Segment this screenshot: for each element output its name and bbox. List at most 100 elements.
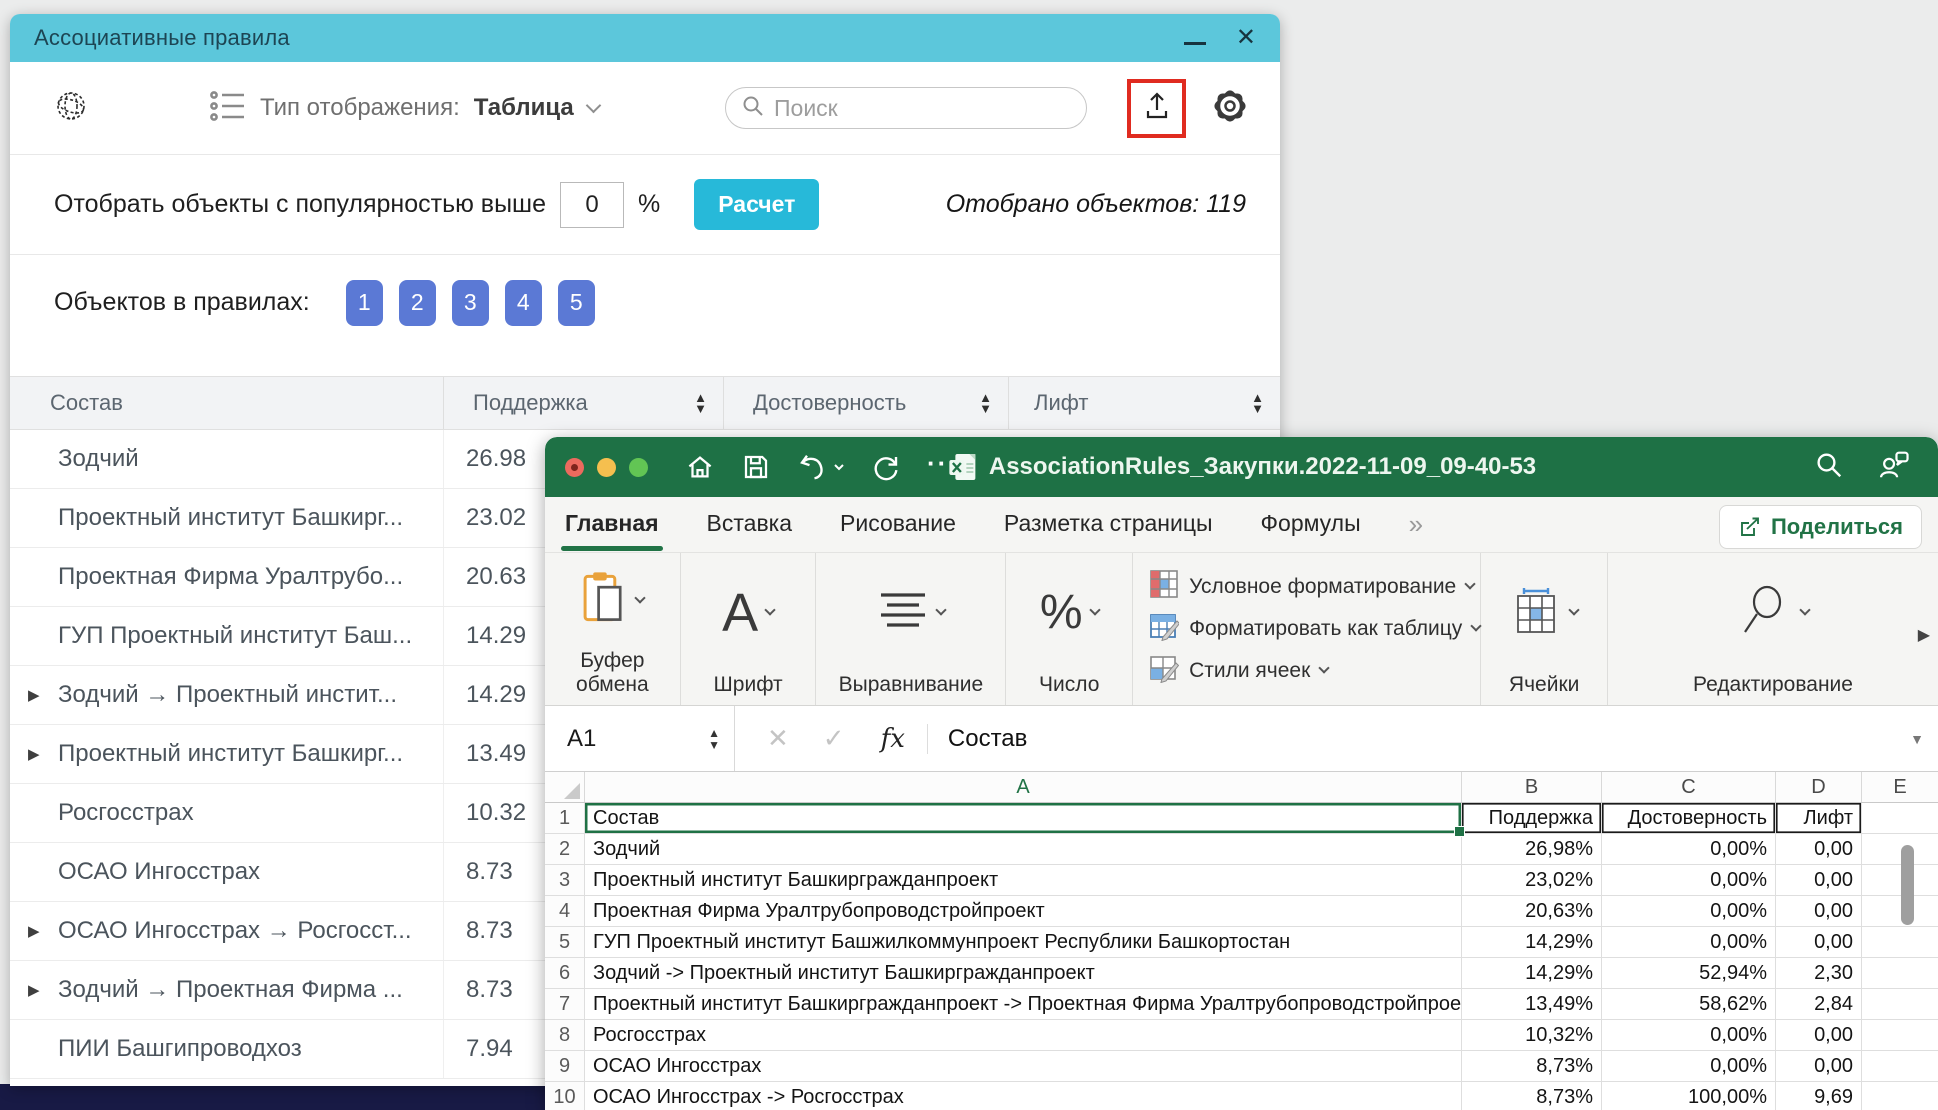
column-header-confidence[interactable]: Достоверность ▲▼ bbox=[723, 377, 1008, 429]
vertical-scrollbar-thumb[interactable] bbox=[1901, 845, 1914, 925]
save-icon[interactable] bbox=[741, 452, 771, 482]
excel-titlebar[interactable]: ··· AssociationRules_Закупки.2022-11-09_… bbox=[545, 437, 1938, 497]
row-number[interactable]: 7 bbox=[545, 989, 585, 1019]
expand-icon[interactable]: ▶ bbox=[28, 922, 40, 940]
cell-b[interactable]: 8,73% bbox=[1462, 1051, 1602, 1081]
feedback-person-icon[interactable] bbox=[1878, 450, 1910, 485]
cell-d[interactable]: 0,00 bbox=[1776, 865, 1862, 895]
cell-styles-button[interactable]: Стили ячеек bbox=[1149, 652, 1328, 690]
name-box-spinner[interactable]: ▲▼ bbox=[708, 727, 720, 751]
rule-count-button-1[interactable]: 1 bbox=[346, 280, 383, 326]
share-button[interactable]: Поделиться bbox=[1719, 505, 1922, 549]
cell-e[interactable] bbox=[1862, 1051, 1938, 1081]
cell-b[interactable]: Поддержка bbox=[1462, 803, 1602, 833]
cell-d[interactable]: 0,00 bbox=[1776, 1051, 1862, 1081]
cell-a[interactable]: Проектный институт Башкиргражданпроект bbox=[585, 865, 1462, 895]
row-number[interactable]: 4 bbox=[545, 896, 585, 926]
app-titlebar[interactable]: Ассоциативные правила ✕ bbox=[10, 14, 1280, 62]
clipboard-group[interactable]: Буфер обмена bbox=[545, 553, 681, 705]
cell-a[interactable]: ОСАО Ингосстрах -> Росгосстрах bbox=[585, 1082, 1462, 1110]
cell-a[interactable]: Росгосстрах bbox=[585, 1020, 1462, 1050]
cell-e[interactable] bbox=[1862, 989, 1938, 1019]
editing-group[interactable]: Редактирование bbox=[1608, 553, 1938, 705]
formula-bar-expand-icon[interactable]: ▼ bbox=[1910, 731, 1924, 747]
column-header-d[interactable]: D bbox=[1776, 772, 1862, 802]
cell-c[interactable]: 0,00% bbox=[1602, 927, 1776, 957]
insert-function-icon[interactable]: fx bbox=[881, 724, 905, 754]
select-all-corner[interactable] bbox=[545, 772, 585, 802]
settings-button[interactable] bbox=[1210, 86, 1250, 131]
row-number[interactable]: 5 bbox=[545, 927, 585, 957]
cell-d[interactable]: 0,00 bbox=[1776, 896, 1862, 926]
redo-icon[interactable] bbox=[871, 452, 901, 482]
cell-c[interactable]: Достоверность bbox=[1602, 803, 1776, 833]
cell-d[interactable]: 2,30 bbox=[1776, 958, 1862, 988]
calculate-button[interactable]: Расчет bbox=[694, 179, 819, 230]
tab-formulas[interactable]: Формулы bbox=[1261, 510, 1361, 539]
zoom-traffic-icon[interactable] bbox=[629, 458, 648, 477]
close-traffic-icon[interactable] bbox=[565, 458, 584, 477]
column-header-lift[interactable]: Лифт ▲▼ bbox=[1008, 377, 1280, 429]
cell-d[interactable]: 0,00 bbox=[1776, 927, 1862, 957]
column-header-e[interactable]: E bbox=[1862, 772, 1938, 802]
expand-icon[interactable]: ▶ bbox=[28, 745, 40, 763]
cell-c[interactable]: 0,00% bbox=[1602, 1020, 1776, 1050]
name-box[interactable]: A1 ▲▼ bbox=[545, 706, 735, 771]
cell-a[interactable]: Проектный институт Башкиргражданпроект -… bbox=[585, 989, 1462, 1019]
cells-group[interactable]: Ячейки bbox=[1481, 553, 1608, 705]
rule-count-button-2[interactable]: 2 bbox=[399, 280, 436, 326]
cell-e[interactable] bbox=[1862, 865, 1938, 895]
cell-a[interactable]: Зодчий -> Проектный институт Башкиргражд… bbox=[585, 958, 1462, 988]
expand-icon[interactable]: ▶ bbox=[28, 981, 40, 999]
column-header-b[interactable]: B bbox=[1462, 772, 1602, 802]
tab-page-layout[interactable]: Разметка страницы bbox=[1004, 510, 1213, 539]
cell-d[interactable]: 9,69 bbox=[1776, 1082, 1862, 1110]
cell-d[interactable]: 2,84 bbox=[1776, 989, 1862, 1019]
cell-c[interactable]: 0,00% bbox=[1602, 1051, 1776, 1081]
cell-e[interactable] bbox=[1862, 1020, 1938, 1050]
cell-c[interactable]: 0,00% bbox=[1602, 834, 1776, 864]
format-as-table-button[interactable]: Форматировать как таблицу bbox=[1149, 610, 1480, 648]
minimize-icon[interactable] bbox=[1184, 42, 1206, 45]
more-tabs-icon[interactable]: » bbox=[1409, 509, 1421, 540]
close-icon[interactable]: ✕ bbox=[1236, 26, 1256, 50]
row-number[interactable]: 2 bbox=[545, 834, 585, 864]
alignment-group[interactable]: Выравнивание bbox=[816, 553, 1006, 705]
sort-icon[interactable]: ▲▼ bbox=[1251, 392, 1264, 414]
rule-count-button-5[interactable]: 5 bbox=[558, 280, 595, 326]
enter-icon[interactable]: ✓ bbox=[823, 723, 845, 754]
minimize-traffic-icon[interactable] bbox=[597, 458, 616, 477]
cell-b[interactable]: 13,49% bbox=[1462, 989, 1602, 1019]
cell-e[interactable] bbox=[1862, 803, 1938, 833]
cell-d[interactable]: 0,00 bbox=[1776, 834, 1862, 864]
cell-b[interactable]: 14,29% bbox=[1462, 958, 1602, 988]
cell-a[interactable]: Состав bbox=[585, 803, 1462, 833]
column-header-a[interactable]: A bbox=[585, 772, 1462, 802]
cell-b[interactable]: 20,63% bbox=[1462, 896, 1602, 926]
tab-draw[interactable]: Рисование bbox=[840, 510, 956, 539]
cell-d[interactable]: Лифт bbox=[1776, 803, 1862, 833]
cell-a[interactable]: Зодчий bbox=[585, 834, 1462, 864]
ribbon-expand-icon[interactable]: ▶ bbox=[1918, 625, 1930, 645]
search-icon[interactable] bbox=[1814, 450, 1844, 485]
cell-c[interactable]: 52,94% bbox=[1602, 958, 1776, 988]
search-box[interactable] bbox=[725, 87, 1087, 129]
tab-home[interactable]: Главная bbox=[565, 510, 659, 539]
row-number[interactable]: 1 bbox=[545, 803, 585, 833]
cell-e[interactable] bbox=[1862, 834, 1938, 864]
cell-b[interactable]: 8,73% bbox=[1462, 1082, 1602, 1110]
cell-c[interactable]: 100,00% bbox=[1602, 1082, 1776, 1110]
cell-e[interactable] bbox=[1862, 927, 1938, 957]
cell-b[interactable]: 14,29% bbox=[1462, 927, 1602, 957]
row-number[interactable]: 9 bbox=[545, 1051, 585, 1081]
font-group[interactable]: A Шрифт bbox=[681, 553, 817, 705]
export-button-highlighted[interactable] bbox=[1127, 79, 1186, 138]
cancel-icon[interactable]: ✕ bbox=[767, 723, 789, 754]
cell-c[interactable]: 58,62% bbox=[1602, 989, 1776, 1019]
cell-b[interactable]: 26,98% bbox=[1462, 834, 1602, 864]
cell-b[interactable]: 10,32% bbox=[1462, 1020, 1602, 1050]
number-group[interactable]: % Число bbox=[1006, 553, 1133, 705]
row-number[interactable]: 8 bbox=[545, 1020, 585, 1050]
cell-e[interactable] bbox=[1862, 896, 1938, 926]
cell-a[interactable]: ГУП Проектный институт Башжилкоммунпроек… bbox=[585, 927, 1462, 957]
